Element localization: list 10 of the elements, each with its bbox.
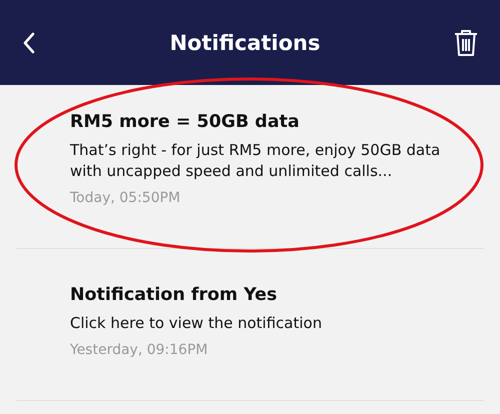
page-title: Notifications [170, 30, 320, 54]
notification-item[interactable]: Notification from Yes Click here to view the notification Yesterday, 09:16PM [16, 249, 484, 401]
notification-time: Today, 05:50PM [70, 190, 182, 206]
notification-title: Notification from Yes [70, 285, 278, 305]
trash-icon [454, 28, 478, 56]
notification-time: Yesterday, 09:16PM [70, 342, 209, 358]
back-icon [22, 32, 36, 54]
notification-message: Click here to view the notification [70, 313, 323, 334]
notification-title: RM5 more = 50GB data [70, 112, 300, 132]
notification-message: That’s right - for just RM5 more, enjoy 50GB data with uncapped speed and unlimited calls... [70, 140, 442, 182]
